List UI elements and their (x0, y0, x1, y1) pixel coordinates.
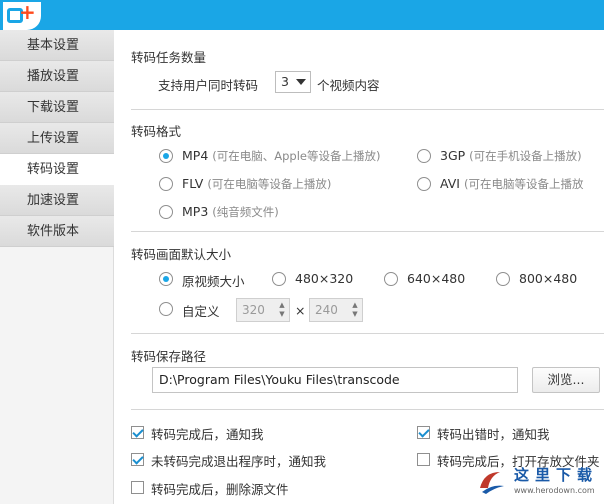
notify-exit-checkbox[interactable] (131, 453, 144, 466)
size-800x480-label: 800×480 (519, 271, 578, 286)
sidebar-item-acceleration[interactable]: 加速设置 (0, 185, 114, 216)
transcode-settings-panel: 转码任务数量 支持用户同时转码 3 个视频内容 转码格式 MP4 (可在电脑、A… (114, 30, 604, 504)
format-avi-radio[interactable] (417, 177, 431, 191)
app-logo-icon: + (3, 2, 41, 30)
size-640x480-radio[interactable] (384, 272, 398, 286)
custom-height-stepper[interactable]: 240 ▲ ▼ (309, 298, 363, 322)
delete-source-label: 转码完成后，删除源文件 (151, 482, 289, 497)
chevron-down-icon (296, 79, 306, 85)
browse-button[interactable]: 浏览... (532, 367, 600, 393)
notify-error-label: 转码出错时，通知我 (437, 427, 550, 442)
format-3gp-radio[interactable] (417, 149, 431, 163)
custom-width-value: 320 (242, 303, 265, 317)
format-mp3-radio[interactable] (159, 205, 173, 219)
task-count-value: 3 (281, 74, 289, 89)
divider (131, 231, 604, 232)
divider (131, 333, 604, 334)
format-title: 转码格式 (131, 124, 182, 139)
size-640x480-label: 640×480 (407, 271, 466, 286)
size-original-radio[interactable] (159, 272, 173, 286)
format-flv-radio[interactable] (159, 177, 173, 191)
divider (131, 409, 604, 410)
custom-height-value: 240 (315, 303, 338, 317)
save-path-input[interactable]: D:\Program Files\Youku Files\transcode (152, 367, 518, 393)
notify-exit-label: 未转码完成退出程序时，通知我 (151, 454, 327, 469)
size-original-label: 原视频大小 (182, 274, 245, 289)
sidebar-item-playback[interactable]: 播放设置 (0, 61, 114, 92)
format-flv-label: FLV (可在电脑等设备上播放) (182, 176, 332, 191)
settings-sidebar: 基本设置 播放设置 下载设置 上传设置 转码设置 加速设置 软件版本 (0, 30, 114, 504)
task-count-title: 转码任务数量 (131, 50, 207, 65)
task-count-suffix: 个视频内容 (317, 78, 380, 93)
size-custom-label: 自定义 (182, 304, 220, 319)
size-800x480-radio[interactable] (496, 272, 510, 286)
notify-error-checkbox[interactable] (417, 426, 430, 439)
sidebar-item-upload[interactable]: 上传设置 (0, 123, 114, 154)
sidebar-item-basic[interactable]: 基本设置 (0, 30, 114, 61)
format-mp3-label: MP3 (纯音频文件) (182, 204, 279, 219)
format-mp4-label: MP4 (可在电脑、Apple等设备上播放) (182, 148, 381, 163)
sidebar-item-version[interactable]: 软件版本 (0, 216, 114, 247)
sidebar-item-transcode[interactable]: 转码设置 (0, 154, 114, 185)
task-count-select[interactable]: 3 (275, 71, 311, 93)
format-avi-label: AVI (可在电脑等设备上播放 (440, 176, 584, 191)
custom-width-stepper[interactable]: 320 ▲ ▼ (236, 298, 290, 322)
stepper-arrows-icon[interactable]: ▲ ▼ (350, 301, 360, 319)
watermark-logo-icon (480, 472, 504, 494)
watermark-text: 这里下载 (514, 466, 599, 484)
times-sign: × (295, 303, 306, 318)
notify-complete-label: 转码完成后，通知我 (151, 427, 264, 442)
format-mp4-radio[interactable] (159, 149, 173, 163)
task-count-prefix: 支持用户同时转码 (158, 78, 259, 93)
title-bar (0, 0, 604, 30)
size-480x320-radio[interactable] (272, 272, 286, 286)
open-folder-checkbox[interactable] (417, 453, 430, 466)
sidebar-item-download[interactable]: 下载设置 (0, 92, 114, 123)
size-480x320-label: 480×320 (295, 271, 354, 286)
divider (131, 109, 604, 110)
stepper-arrows-icon[interactable]: ▲ ▼ (277, 301, 287, 319)
delete-source-checkbox[interactable] (131, 481, 144, 494)
path-title: 转码保存路径 (131, 349, 207, 364)
watermark-url: www.herodown.com (514, 486, 595, 495)
size-title: 转码画面默认大小 (131, 247, 232, 262)
watermark: 这里下载 www.herodown.com (470, 462, 604, 504)
size-custom-radio[interactable] (159, 302, 173, 316)
format-3gp-label: 3GP (可在手机设备上播放) (440, 148, 582, 163)
notify-complete-checkbox[interactable] (131, 426, 144, 439)
